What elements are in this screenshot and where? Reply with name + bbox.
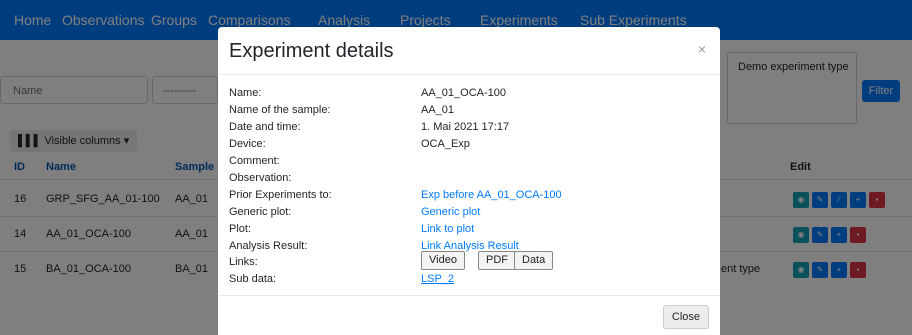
analysis-result-label: Analysis Result: xyxy=(229,240,308,252)
sample-value: AA_01 xyxy=(421,104,455,116)
comment-label: Comment: xyxy=(229,155,280,167)
prior-experiments-link[interactable]: Exp before AA_01_OCA-100 xyxy=(421,189,562,201)
data-button[interactable]: Data xyxy=(514,251,554,270)
plot-link[interactable]: Link to plot xyxy=(421,223,474,235)
sub-data-link[interactable]: LSP_2 xyxy=(421,273,454,285)
plot-label: Plot: xyxy=(229,223,252,235)
date-label: Date and time: xyxy=(229,121,301,133)
observation-label: Observation: xyxy=(229,172,292,184)
pdf-button[interactable]: PDF xyxy=(478,251,516,270)
name-label: Name: xyxy=(229,87,262,99)
device-label: Device: xyxy=(229,138,266,150)
modal-header-divider xyxy=(218,74,720,75)
device-value: OCA_Exp xyxy=(421,138,470,150)
sub-data-label: Sub data: xyxy=(229,273,277,285)
sample-label: Name of the sample: xyxy=(229,104,331,116)
experiment-details-modal: Experiment details × Name: AA_01_OCA-100… xyxy=(218,27,720,335)
modal-footer-divider xyxy=(218,295,720,296)
close-icon[interactable]: × xyxy=(698,41,706,57)
prior-experiments-label: Prior Experiments to: xyxy=(229,189,332,201)
modal-title: Experiment details xyxy=(229,40,394,62)
date-value: 1. Mai 2021 17:17 xyxy=(421,121,510,133)
close-button[interactable]: Close xyxy=(662,305,709,329)
name-value: AA_01_OCA-100 xyxy=(421,87,506,99)
links-label: Links: xyxy=(229,256,258,268)
generic-plot-label: Generic plot: xyxy=(229,206,292,218)
video-button[interactable]: Video xyxy=(421,251,465,270)
generic-plot-link[interactable]: Generic plot xyxy=(421,206,480,218)
